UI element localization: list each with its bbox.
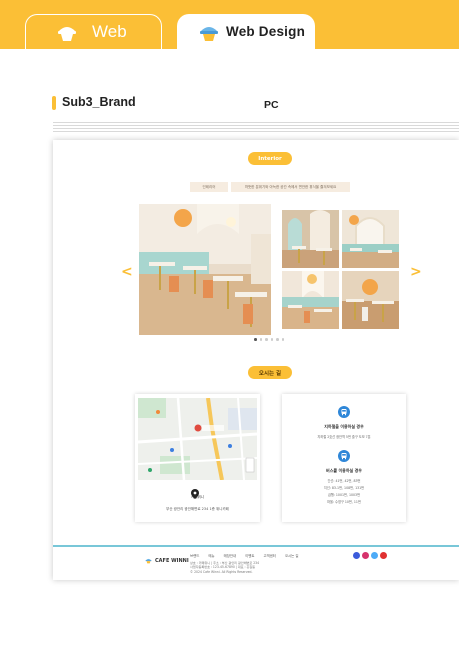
footer-nav: 브랜드 메뉴 매장안내 이벤트 고객센터 오시는 길 [190,553,299,558]
footer-nav-item[interactable]: 메뉴 [208,553,214,558]
carousel-dot[interactable] [281,338,284,341]
section-marker [52,96,56,110]
interior-photo [282,271,339,329]
interior-photo-main [139,204,271,335]
interior-photo [342,271,399,329]
footer-divider [53,545,459,547]
carousel-dot[interactable] [254,338,257,341]
info-tab[interactable]: 인테리어 [190,182,228,192]
footer-info-line: © 2024 Cafe Winni. All Rights Reserved. [190,569,253,574]
device-label: PC [264,99,279,111]
carousel-dot[interactable] [270,338,273,341]
transit-card: 지하철을 이용하실 경우 지하철 2호선 광안역 5번 출구 도보 7분 버스를… [282,394,406,522]
map-card: 카페위니 부산 광안리 광안해변로 234 1층 위니카페 [135,394,260,522]
page-mockup: Interior 인테리어 따뜻한 분위기와 아늑한 공간 속에서 편안한 휴식… [53,140,459,580]
subway-heading: 지하철을 이용하실 경우 [324,424,364,429]
facebook-icon[interactable] [353,552,360,559]
subway-icon [338,406,350,418]
location-pin-icon [191,484,199,499]
footer-logo-text: CAFE WINNI [155,557,189,564]
footer-nav-item[interactable]: 브랜드 [190,553,199,558]
carousel-dots [254,338,284,341]
carousel-next-button[interactable]: > [410,264,422,280]
cup-icon [56,22,78,42]
bus-info: 급행: 1001번, 1003번 [327,493,361,497]
tab-web[interactable]: Web [25,14,162,49]
cup-icon [198,22,220,42]
twitter-icon[interactable] [371,552,378,559]
tab-label: Web Design [226,24,306,39]
footer-nav-item[interactable]: 매장안내 [224,553,236,558]
info-tab[interactable]: 따뜻한 분위기와 아늑한 공간 속에서 편안한 휴식을 즐겨보세요 [231,182,350,192]
place-name: 카페위니 [191,495,204,499]
carousel-prev-button[interactable]: < [121,264,133,280]
place-address: 부산 광안리 광안해변로 234 1층 위니카페 [166,507,229,511]
carousel-dot[interactable] [265,338,268,341]
tab-web-design[interactable]: Web Design [177,14,315,49]
youtube-icon[interactable] [380,552,387,559]
tab-label: Web [92,22,127,41]
bus-info: 간선: 41번, 42번, 83번 [327,479,361,483]
footer-info: 상호 : 카페위니 | 주소 : 부산 광안리 광안해변로 234 사업자등록번… [190,561,259,574]
map-image[interactable] [138,398,257,480]
divider [53,122,459,136]
subway-info: 지하철 2호선 광안역 5번 출구 도보 7분 [317,435,371,439]
social-links [353,552,387,559]
carousel-dot[interactable] [276,338,279,341]
interior-button[interactable]: Interior [248,152,292,165]
cup-icon [145,558,152,564]
footer-logo[interactable]: CAFE WINNI [145,557,189,564]
interior-photo [342,210,399,268]
section-title: Sub3_Brand [62,95,136,109]
footer-info-line: 사업자등록번호 : 123-45-67890 | 대표 : 홍길동 [190,565,256,570]
bus-info: 지선: 83-1번, 108번, 131번 [323,486,365,490]
interior-photo [282,210,339,268]
footer-nav-item[interactable]: 오시는 길 [285,553,299,558]
bus-heading: 버스를 이용하실 경우 [326,468,362,473]
location-button[interactable]: 오시는 길 [248,366,292,379]
bus-icon [338,450,350,462]
instagram-icon[interactable] [362,552,369,559]
footer-nav-item[interactable]: 이벤트 [245,553,254,558]
footer-nav-item[interactable]: 고객센터 [263,553,275,558]
bus-info: 마을: 수영구 10번, 11번 [327,500,361,504]
carousel-dot[interactable] [259,338,262,341]
